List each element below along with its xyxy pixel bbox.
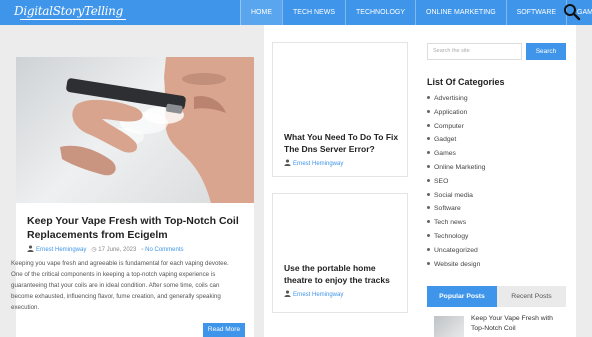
author-icon [284,159,291,166]
category-item[interactable]: Software [427,202,567,216]
featured-post-meta: Ernest Hemingway ◷ 17 June, 2023 ▫ No Co… [27,245,184,253]
post-title-dns[interactable]: What You Need To Do To Fix The Dns Serve… [284,131,404,155]
category-label: Application [434,108,468,116]
category-item[interactable]: Website design [427,258,567,272]
category-item[interactable]: Gadget [427,133,567,147]
bullet-icon [427,96,430,99]
bullet-icon [427,247,430,251]
featured-post-image[interactable] [16,57,254,203]
category-label: Computer [434,122,464,130]
post-meta-home-theatre: Ernest Hemingway [284,290,343,298]
post-author-home-theatre[interactable]: Ernest Hemingway [293,292,343,298]
tab-recent-posts[interactable]: Recent Posts [497,286,566,307]
category-label: Software [434,205,461,213]
main-nav: HOME TECH NEWS TECHNOLOGY ONLINE MARKETI… [240,0,592,25]
post-title-home-theatre[interactable]: Use the portable home theatre to enjoy t… [284,262,404,286]
categories-heading: List Of Categories [427,77,505,87]
sidebar-search-input[interactable]: Search the site [427,43,522,60]
bullet-icon [427,137,430,141]
vape-illustration [60,57,254,203]
featured-post-author[interactable]: Ernest Hemingway [36,247,86,253]
bullet-icon [427,220,430,224]
bullet-icon [427,123,430,127]
bullet-icon [427,164,430,168]
post-meta-dns: Ernest Hemingway [284,159,343,167]
category-label: Social media [434,191,473,199]
nav-item-home[interactable]: HOME [240,0,282,25]
category-label: Uncategorized [434,246,478,254]
popular-post-thumbnail[interactable] [434,316,464,337]
post-author-dns[interactable]: Ernest Hemingway [293,161,343,167]
nav-item-online-marketing[interactable]: ONLINE MARKETING [415,0,506,25]
bullet-icon [427,192,430,196]
featured-post-title[interactable]: Keep Your Vape Fresh with Top-Notch Coil… [27,214,247,242]
author-icon [284,290,291,297]
category-label: Technology [434,232,469,240]
category-label: SEO [434,177,449,185]
search-icon[interactable] [563,3,581,21]
calendar-icon: ◷ [91,247,97,253]
nav-item-software[interactable]: SOFTWARE [505,0,566,25]
featured-post-excerpt: Keeping you vape fresh and agreeable is … [11,260,229,311]
site-logo[interactable]: DigitalStoryTelling [14,4,123,18]
category-item[interactable]: Social media [427,189,567,203]
bullet-icon [427,233,430,237]
popular-post-title[interactable]: Keep Your Vape Fresh with Top-Notch Coil [471,314,566,334]
tab-popular-posts[interactable]: Popular Posts [427,286,497,307]
category-item[interactable]: Technology [427,230,567,244]
categories-list: Advertising Application Computer Gadget … [427,92,567,271]
bullet-icon [427,109,430,113]
category-item[interactable]: Uncategorized [427,244,567,258]
category-label: Online Marketing [434,163,486,171]
category-item[interactable]: Tech news [427,216,567,230]
logo-underline [20,19,126,20]
category-item[interactable]: Games [427,147,567,161]
featured-post-comments[interactable]: No Comments [145,247,183,253]
category-label: Tech news [434,219,467,227]
author-icon [27,245,34,252]
post-card-dns [272,42,408,177]
nav-item-technology[interactable]: TECHNOLOGY [345,0,415,25]
category-item[interactable]: Advertising [427,92,567,106]
bullet-icon [427,206,430,210]
category-label: Website design [434,260,481,268]
comment-icon: ▫ [141,247,144,253]
category-item[interactable]: Computer [427,120,567,134]
bullet-icon [427,178,430,182]
sidebar-search-button[interactable]: Search [526,43,566,60]
featured-post-date: 17 June, 2023 [98,247,137,253]
nav-item-tech-news[interactable]: TECH NEWS [282,0,345,25]
category-item[interactable]: SEO [427,175,567,189]
site-header: DigitalStoryTelling HOME TECH NEWS TECHN… [0,0,592,25]
category-item[interactable]: Online Marketing [427,161,567,175]
category-label: Gadget [434,136,457,144]
category-label: Games [434,150,456,158]
read-more-button[interactable]: Read More [203,323,245,337]
bullet-icon [427,151,430,155]
category-item[interactable]: Application [427,106,567,120]
bullet-icon [427,261,430,265]
category-label: Advertising [434,95,468,102]
